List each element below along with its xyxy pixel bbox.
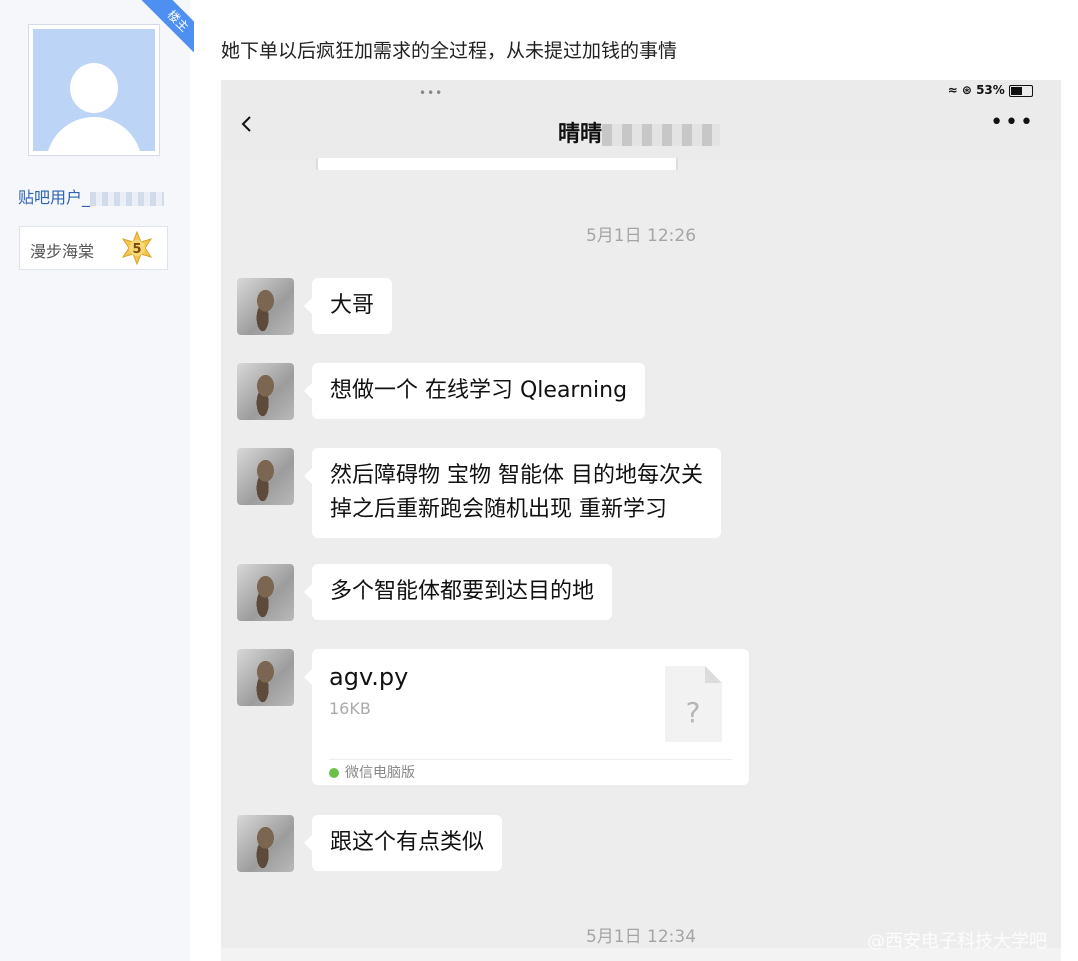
wechat-icon	[329, 768, 339, 778]
author-sidebar: 楼主 贴吧用户_ 漫步海棠 5	[0, 0, 194, 961]
message-bubble: 想做一个 在线学习 Qlearning	[303, 363, 646, 419]
post-text: 她下单以后疯狂加需求的全过程，从未提过加钱的事情	[221, 40, 678, 62]
multitask-dots: •••	[419, 86, 444, 100]
unknown-file-icon: ?	[665, 666, 722, 742]
message-line: 然后障碍物 宝物 智能体 目的地每次关	[330, 463, 703, 488]
chevron-left-icon	[241, 116, 251, 132]
chat-header: ••• ≈ ⊛ 53% 晴晴 •••	[221, 80, 1061, 160]
wifi-icon: ≈	[947, 83, 958, 97]
lock-rotation-icon: ⊛	[961, 83, 972, 97]
message-line: 掉之后重新跑会随机出现 重新学习	[330, 497, 667, 522]
default-avatar-icon	[33, 29, 155, 151]
sender-avatar	[237, 564, 294, 621]
battery-icon	[1009, 84, 1033, 97]
watermark: @西安电子科技大学吧	[867, 931, 1047, 952]
sender-avatar	[237, 649, 294, 706]
chat-timestamp: 5月1日 12:26	[585, 226, 697, 246]
username-text: 贴吧用户_	[18, 188, 91, 207]
redacted-username	[90, 191, 165, 206]
level-star-icon: 5	[121, 231, 153, 265]
username-link[interactable]: 贴吧用户_	[18, 184, 165, 208]
post-image[interactable]: ••• ≈ ⊛ 53% 晴晴 ••• 5月1日 12:26 大哥 想做一个 在线…	[221, 80, 1061, 961]
divider	[329, 759, 732, 760]
message-bubble: 然后障碍物 宝物 智能体 目的地每次关 掉之后重新跑会随机出现 重新学习	[304, 448, 721, 538]
user-level-badge[interactable]: 漫步海棠 5	[19, 226, 168, 270]
message-bubble: 多个智能体都要到达目的地	[303, 564, 613, 620]
sender-avatar	[237, 363, 294, 420]
file-icon-glyph: ?	[686, 696, 701, 729]
status-bar: ≈ ⊛ 53%	[948, 83, 1033, 97]
level-name: 漫步海棠	[30, 242, 95, 261]
chat-title: 晴晴	[558, 116, 721, 148]
file-message-card: agv.py 16KB ? 微信电脑版	[304, 649, 749, 785]
file-name: agv.py	[329, 663, 409, 691]
sender-avatar	[237, 448, 294, 505]
level-number: 5	[132, 242, 141, 257]
sender-avatar	[237, 278, 294, 335]
more-icon: •••	[990, 110, 1035, 135]
file-source-text: 微信电脑版	[345, 765, 415, 781]
sender-avatar	[237, 815, 294, 872]
previous-message-card	[316, 158, 678, 170]
redacted-name	[602, 124, 721, 146]
message-bubble: 跟这个有点类似	[303, 815, 503, 871]
file-size: 16KB	[329, 699, 371, 718]
chat-title-text: 晴晴	[558, 122, 603, 147]
battery-percent: 53%	[976, 83, 1005, 97]
file-source: 微信电脑版	[329, 762, 415, 782]
avatar[interactable]	[28, 24, 160, 156]
message-bubble: 大哥	[303, 278, 393, 334]
